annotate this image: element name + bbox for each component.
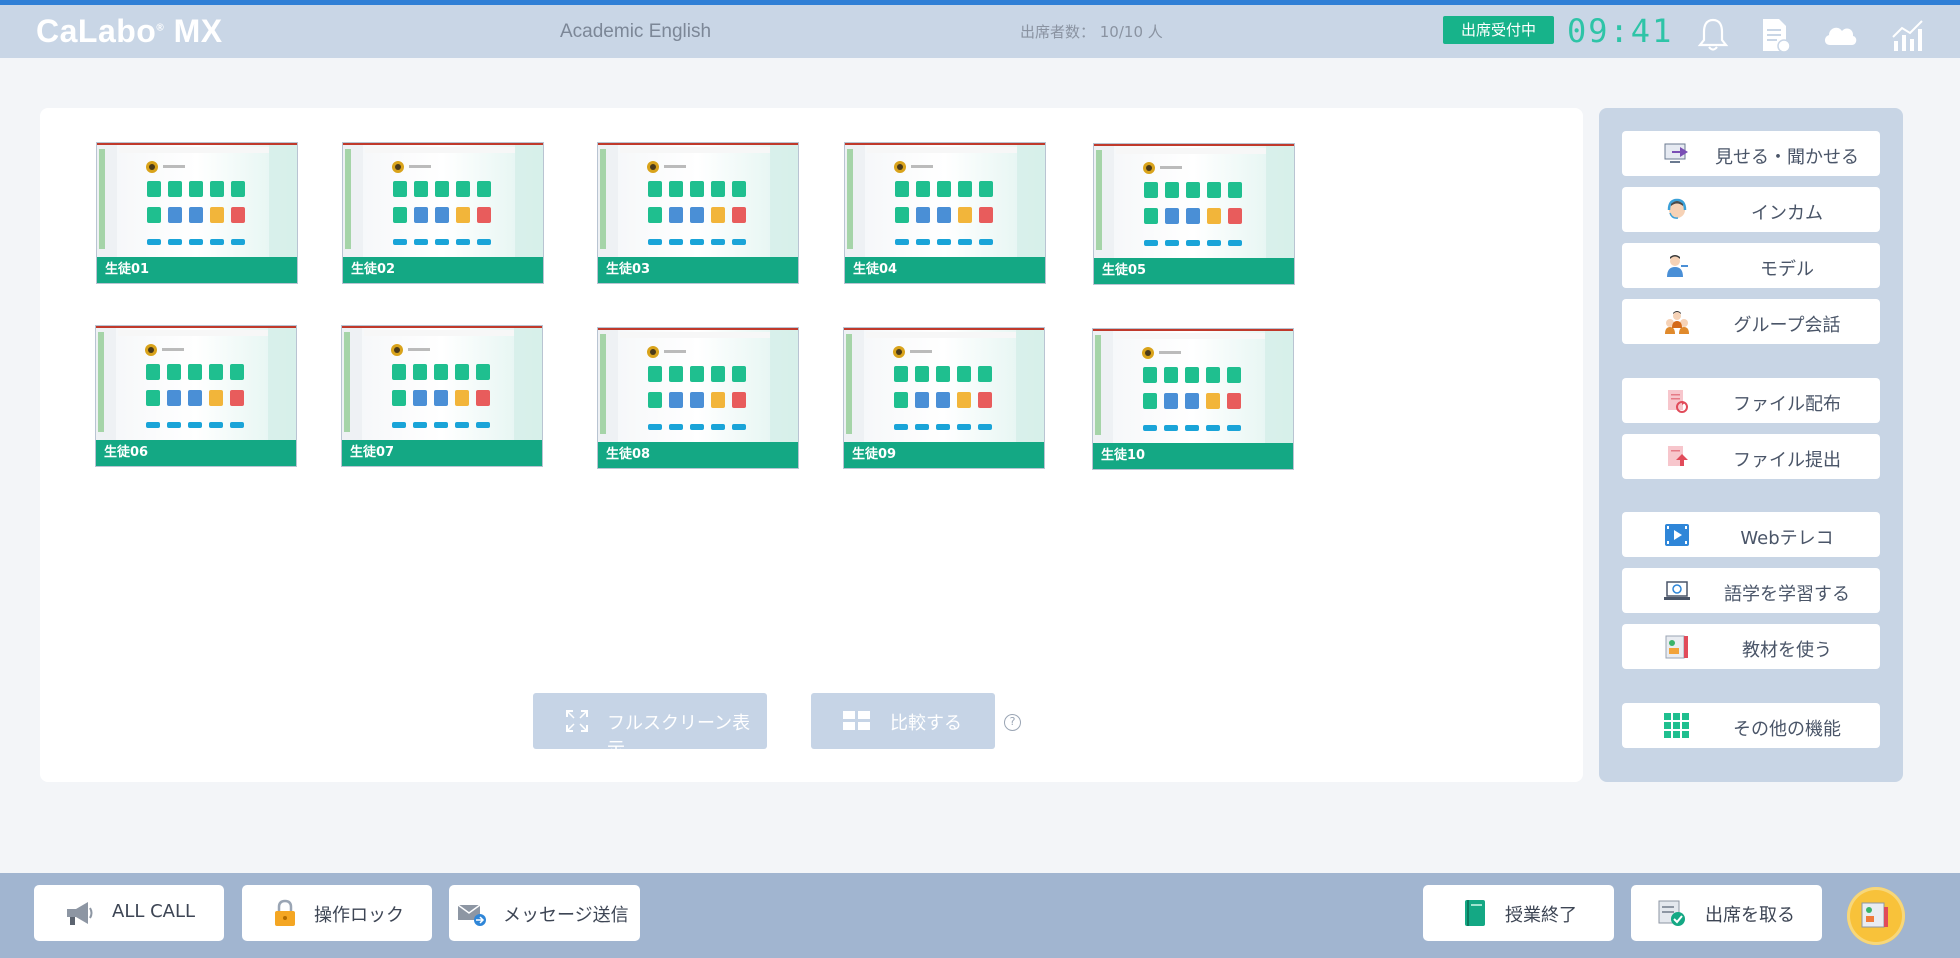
student-tile[interactable]: 生徒01	[96, 142, 298, 284]
intercom-button[interactable]: インカム	[1622, 187, 1880, 232]
cloud-icon[interactable]	[1820, 15, 1860, 55]
compare-label: 比較する	[890, 713, 962, 734]
send-message-button[interactable]: メッセージ送信	[449, 885, 640, 941]
student-screen-thumbnail	[97, 143, 297, 257]
thumbnail-preview	[844, 328, 1044, 442]
use-materials-button[interactable]: 教材を使う	[1622, 624, 1880, 669]
thumbnail-preview	[343, 143, 543, 257]
model-button[interactable]: モデル	[1622, 243, 1880, 288]
student-name-label: 生徒02	[343, 257, 543, 283]
thumbnail-preview	[342, 326, 542, 440]
thumbnail-preview	[96, 326, 296, 440]
group-talk-button[interactable]: グループ会話	[1622, 299, 1880, 344]
thumbnail-preview	[1094, 144, 1294, 258]
take-attendance-button[interactable]: 出席を取る	[1631, 885, 1822, 941]
document-icon[interactable]	[1755, 15, 1795, 55]
expand-icon	[566, 710, 588, 732]
laptop-learning-icon	[1664, 581, 1690, 600]
student-screen-thumbnail	[342, 326, 542, 440]
header-bar: CaLabo® MX Academic English 出席者数： 10/10 …	[0, 5, 1960, 58]
learn-language-button[interactable]: 語学を学習する	[1622, 568, 1880, 613]
clock: 09:41	[1567, 12, 1674, 50]
attendance-status-badge[interactable]: 出席受付中	[1443, 16, 1554, 44]
file-submit-icon	[1668, 446, 1688, 466]
thumbnail-preview	[598, 328, 798, 442]
student-name-label: 生徒04	[845, 257, 1045, 283]
all-call-button[interactable]: ALL CALL	[34, 885, 224, 941]
app-logo: CaLabo® MX	[36, 13, 223, 49]
attendance-check-icon	[1658, 900, 1685, 926]
operation-lock-button[interactable]: 操作ロック	[242, 885, 432, 941]
lock-icon	[275, 899, 295, 926]
student-screen-thumbnail	[598, 328, 798, 442]
file-submit-button[interactable]: ファイル提出	[1622, 434, 1880, 479]
student-tile[interactable]: 生徒05	[1093, 143, 1295, 285]
show-listen-button[interactable]: 見せる・聞かせる	[1622, 131, 1880, 176]
other-functions-button[interactable]: その他の機能	[1622, 703, 1880, 748]
student-tile[interactable]: 生徒09	[843, 327, 1045, 469]
student-tile[interactable]: 生徒08	[597, 327, 799, 469]
thumbnail-preview	[845, 143, 1045, 257]
chart-icon[interactable]	[1888, 15, 1928, 55]
compare-button[interactable]: 比較する	[811, 693, 995, 749]
book-icon	[1465, 900, 1485, 926]
student-name-label: 生徒01	[97, 257, 297, 283]
student-name-label: 生徒06	[96, 440, 296, 466]
present-arrow-icon	[1664, 143, 1688, 163]
thumbnail-preview	[97, 143, 297, 257]
headset-person-icon	[1667, 198, 1687, 219]
thumbnail-preview	[1093, 329, 1293, 443]
help-icon[interactable]: ?	[1004, 714, 1021, 731]
apps-grid-icon	[1664, 713, 1689, 738]
thumbnail-preview	[598, 143, 798, 257]
student-tile[interactable]: 生徒02	[342, 142, 544, 284]
grid-compare-icon	[843, 711, 870, 730]
group-people-icon	[1665, 311, 1689, 334]
bell-icon[interactable]	[1693, 15, 1733, 55]
function-sidebar: 見せる・聞かせる インカム モデル グループ会話 ファイル配布 ファイル提出 W…	[1599, 108, 1903, 782]
student-screen-thumbnail	[96, 326, 296, 440]
file-distribute-icon	[1668, 390, 1688, 413]
board-icon	[1861, 902, 1888, 928]
course-title: Academic English	[560, 21, 712, 42]
web-recorder-button[interactable]: Webテレコ	[1622, 512, 1880, 557]
student-tile[interactable]: 生徒06	[95, 325, 297, 467]
student-screen-thumbnail	[598, 143, 798, 257]
fullscreen-label: フルスクリーン表示	[607, 713, 751, 760]
student-tile[interactable]: 生徒04	[844, 142, 1046, 284]
student-screen-thumbnail	[845, 143, 1045, 257]
materials-shortcut-icon[interactable]	[1847, 887, 1905, 945]
materials-book-icon	[1665, 635, 1688, 659]
student-tile[interactable]: 生徒03	[597, 142, 799, 284]
footer-bar: ALL CALL 操作ロック メッセージ送信 授業終了 出席を取る	[0, 873, 1960, 958]
megaphone-icon	[67, 902, 93, 925]
student-name-label: 生徒07	[342, 440, 542, 466]
video-play-icon	[1665, 524, 1689, 546]
student-screen-thumbnail	[1094, 144, 1294, 258]
mail-send-icon	[457, 904, 486, 926]
student-tile[interactable]: 生徒10	[1092, 328, 1294, 470]
model-person-icon	[1667, 255, 1688, 277]
student-name-label: 生徒09	[844, 442, 1044, 468]
student-screen-thumbnail	[1093, 329, 1293, 443]
attendance-count: 出席者数： 10/10 人	[1020, 23, 1163, 41]
fullscreen-button[interactable]: フルスクリーン表示	[533, 693, 767, 760]
student-screen-thumbnail	[343, 143, 543, 257]
end-class-button[interactable]: 授業終了	[1423, 885, 1614, 941]
student-tile[interactable]: 生徒07	[341, 325, 543, 467]
student-name-label: 生徒05	[1094, 258, 1294, 284]
student-name-label: 生徒08	[598, 442, 798, 468]
file-distribute-button[interactable]: ファイル配布	[1622, 378, 1880, 423]
student-monitor-panel: 生徒01 生徒02 生徒03 生徒04 生徒05 生徒06 生徒07 生徒08 生徒09 生徒10…	[40, 108, 1583, 782]
student-name-label: 生徒10	[1093, 443, 1293, 469]
student-screen-thumbnail	[844, 328, 1044, 442]
student-name-label: 生徒03	[598, 257, 798, 283]
